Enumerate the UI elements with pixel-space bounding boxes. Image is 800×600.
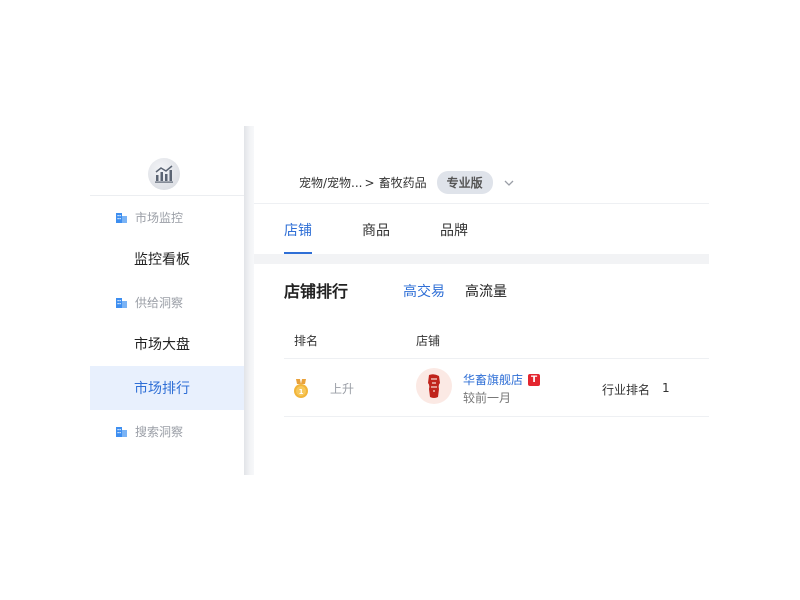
breadcrumb-separator: >: [364, 175, 375, 190]
shop-name-link[interactable]: 华畜旗舰店 T: [463, 371, 541, 388]
sidebar-divider: [90, 195, 244, 196]
sidebar-item-label: 监控看板: [134, 252, 190, 268]
sidebar-item-monitor-board[interactable]: 监控看板: [90, 237, 244, 281]
breadcrumb: 宠物/宠物... > 畜牧药品 专业版: [299, 171, 515, 194]
breadcrumb-path[interactable]: 宠物/宠物...: [299, 174, 363, 191]
tab-product[interactable]: 商品: [362, 220, 390, 254]
header-card: 宠物/宠物... > 畜牧药品 专业版 店铺 商品 品牌: [254, 126, 709, 254]
gold-medal-icon: 1: [294, 379, 308, 398]
building-icon: [116, 212, 127, 223]
main-content: 宠物/宠物... > 畜牧药品 专业版 店铺 商品 品牌 店铺排行 高交易 高流…: [254, 126, 709, 475]
industry-rank-label: 行业排名: [602, 383, 651, 397]
table-divider: [284, 358, 709, 359]
sidebar-edge: [244, 126, 254, 475]
switch-high-transaction[interactable]: 高交易: [403, 281, 445, 301]
ranking-card: 店铺排行 高交易 高流量 排名 店铺 1 上升 华畜旗舰店 T 较前一月 行业排…: [254, 264, 709, 475]
breadcrumb-category[interactable]: 畜牧药品: [379, 174, 427, 191]
ranking-title: 店铺排行: [284, 282, 349, 301]
sidebar-item-market-ranking[interactable]: 市场排行: [90, 366, 244, 410]
table-row-divider: [284, 416, 709, 417]
shop-logo[interactable]: [416, 368, 452, 404]
tab-brand[interactable]: 品牌: [440, 220, 468, 254]
sidebar-item-label: 市场大盘: [134, 337, 190, 353]
header-divider: [254, 203, 709, 204]
sidebar: 市场监控 监控看板 供给洞察 市场大盘 市场排行 搜索洞察: [90, 126, 244, 475]
chevron-down-icon[interactable]: [503, 177, 515, 189]
market-chart-logo-icon[interactable]: [148, 158, 180, 190]
shop-compare-text: 较前一月: [463, 391, 512, 405]
building-icon: [116, 297, 127, 308]
column-header-shop: 店铺: [416, 334, 441, 348]
building-icon: [116, 426, 127, 437]
shop-name[interactable]: 华畜旗舰店: [463, 371, 523, 388]
sidebar-section-search-insight[interactable]: 搜索洞察: [116, 421, 183, 441]
switch-high-traffic[interactable]: 高流量: [465, 281, 507, 301]
industry-rank-value: 1: [662, 381, 670, 395]
sidebar-item-market-overview[interactable]: 市场大盘: [90, 322, 244, 366]
rank-trend: 上升: [330, 382, 355, 396]
sidebar-section-label: 供给洞察: [135, 295, 184, 310]
tmall-badge-icon: T: [528, 373, 541, 386]
sidebar-item-label: 市场排行: [134, 381, 190, 397]
sidebar-section-label: 市场监控: [135, 210, 184, 225]
tab-shop[interactable]: 店铺: [284, 220, 312, 254]
edition-badge: 专业版: [436, 171, 493, 194]
svg-text:1: 1: [299, 388, 304, 396]
sidebar-section-market-monitor[interactable]: 市场监控: [116, 207, 183, 227]
sidebar-section-label: 搜索洞察: [135, 424, 184, 439]
column-header-rank: 排名: [294, 334, 319, 348]
sidebar-section-supply-insight[interactable]: 供给洞察: [116, 292, 183, 312]
